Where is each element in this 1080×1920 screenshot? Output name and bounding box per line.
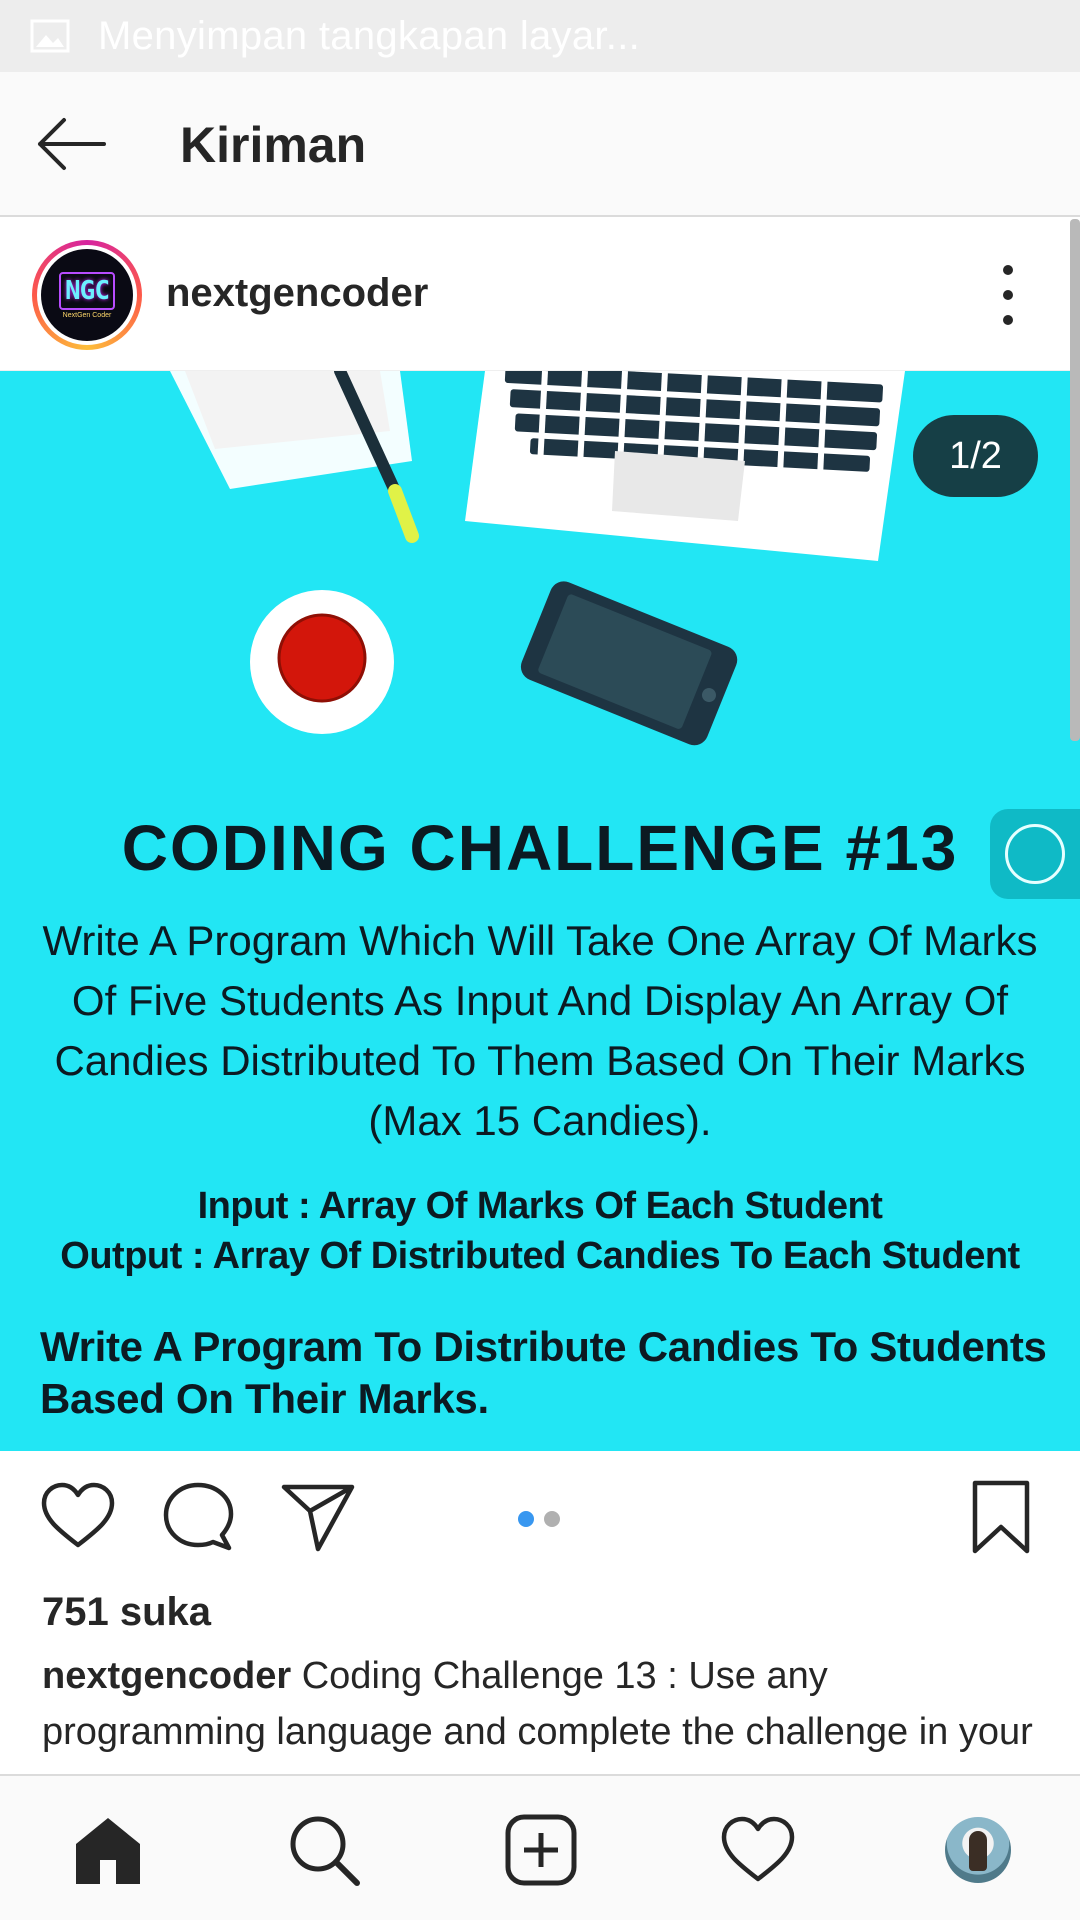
avatar-subtitle: NextGen Coder (62, 311, 112, 319)
likes-count[interactable]: 751 suka (42, 1590, 211, 1635)
carousel-dot-active (518, 1511, 534, 1527)
image-icon (30, 19, 70, 53)
input-line: Input : Array Of Marks Of Each Student (197, 1185, 883, 1227)
status-text: Menyimpan tangkapan layar... (98, 13, 641, 58)
challenge-title: CODING CHALLENGE #13 (121, 812, 959, 884)
activity-heart-icon[interactable] (720, 1812, 796, 1888)
challenge-body: Write A Program Which Will Take One Arra… (42, 917, 1038, 1144)
back-arrow-icon[interactable] (34, 114, 108, 174)
carousel-dot (544, 1511, 560, 1527)
scrollbar[interactable] (1070, 219, 1080, 741)
carousel-dots (518, 1511, 560, 1527)
app-header: Kiriman (0, 72, 1080, 217)
io-lines: Input : Array Of Marks Of Each Student O… (30, 1181, 1050, 1281)
post-caption: nextgencoder Coding Challenge 13 : Use a… (42, 1648, 1042, 1772)
task-line: Write A Program To Distribute Candies To… (40, 1323, 1047, 1422)
more-vertical-icon[interactable] (996, 265, 1020, 325)
comment-icon[interactable] (162, 1481, 234, 1553)
carousel-page-counter: 1/2 (913, 415, 1038, 497)
add-post-icon[interactable] (503, 1812, 579, 1888)
post-header: NGC NextGen Coder nextgencoder (0, 219, 1080, 371)
home-icon[interactable] (70, 1812, 146, 1888)
caption-username[interactable]: nextgencoder (42, 1655, 291, 1697)
post-username[interactable]: nextgencoder (166, 271, 428, 316)
status-bar: Menyimpan tangkapan layar... (0, 0, 1080, 72)
output-line: Output : Array Of Distributed Candies To… (60, 1235, 1020, 1277)
avatar-logo: NGC (59, 271, 115, 310)
post-image[interactable]: 1/2 CODING CHALLENGE #13 Write A Program… (0, 371, 1080, 1451)
page-title: Kiriman (180, 117, 367, 173)
send-icon[interactable] (280, 1481, 356, 1553)
search-icon[interactable] (286, 1812, 362, 1888)
bottom-nav (0, 1774, 1080, 1920)
heart-icon[interactable] (40, 1481, 116, 1551)
bookmark-icon[interactable] (970, 1479, 1032, 1555)
post-actions (0, 1451, 1080, 1591)
profile-avatar[interactable] (940, 1812, 1016, 1888)
avatar[interactable]: NGC NextGen Coder (32, 240, 142, 350)
desk-illustration (170, 371, 905, 746)
floating-assistant-bubble[interactable] (990, 809, 1080, 899)
